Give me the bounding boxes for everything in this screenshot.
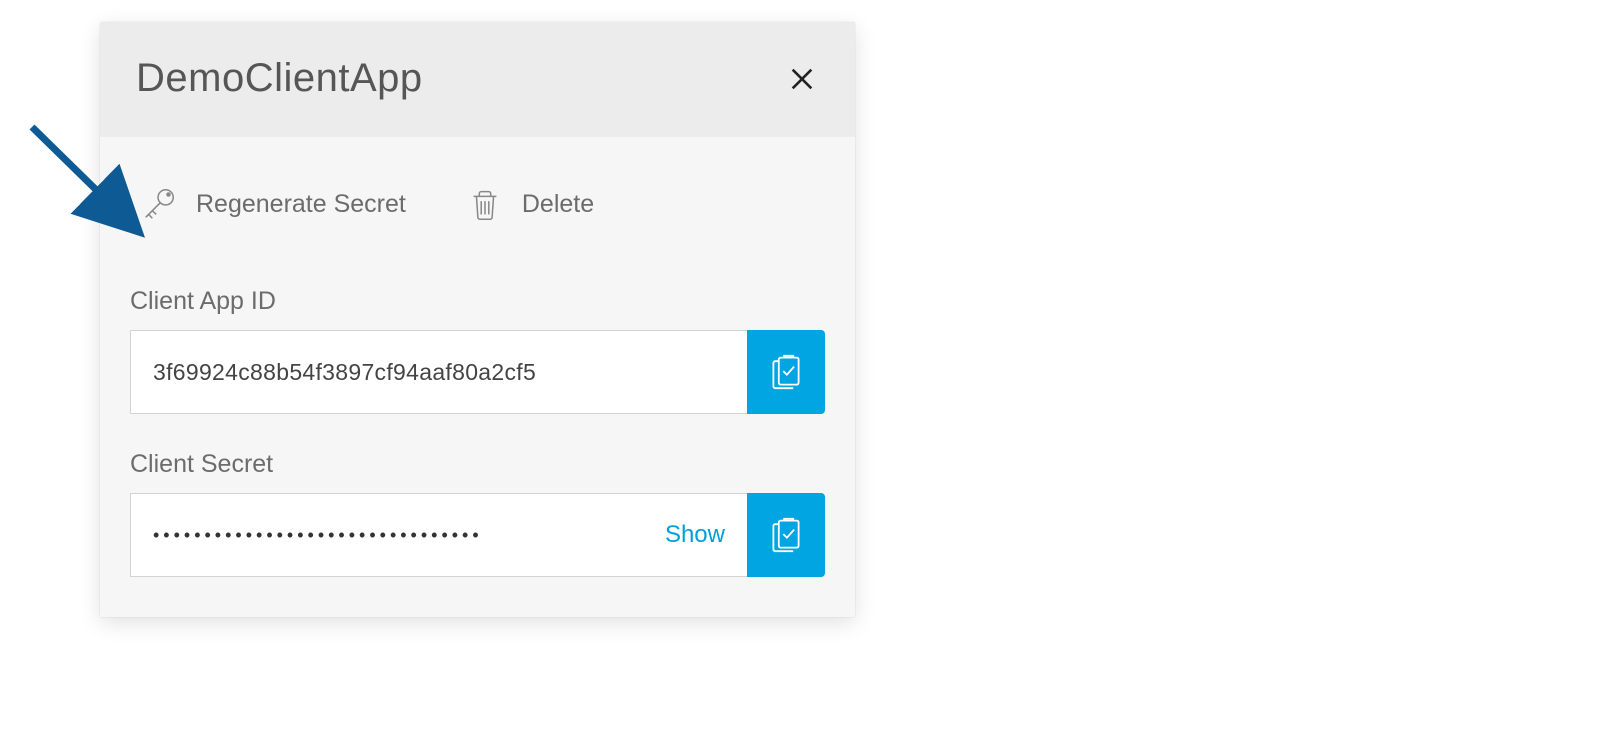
panel-header: DemoClientApp	[100, 22, 855, 137]
close-icon	[788, 65, 816, 93]
client-app-id-label: Client App ID	[130, 287, 825, 316]
copy-client-app-id-button[interactable]	[747, 330, 825, 414]
show-secret-button[interactable]: Show	[665, 521, 725, 549]
copy-client-secret-button[interactable]	[747, 493, 825, 577]
clipboard-check-icon	[768, 515, 804, 555]
trash-icon	[466, 185, 504, 223]
client-app-id-group: Client App ID 3f69924c88b54f3897cf94aaf8…	[130, 287, 825, 414]
client-app-id-row: 3f69924c88b54f3897cf94aaf80a2cf5	[130, 330, 825, 414]
key-icon	[140, 185, 178, 223]
client-secret-value: ••••••••••••••••••••••••••••••••	[153, 525, 483, 546]
regenerate-secret-label: Regenerate Secret	[196, 190, 406, 219]
client-app-panel: DemoClientApp Regenerate Secret	[100, 22, 855, 617]
client-secret-row: •••••••••••••••••••••••••••••••• Show	[130, 493, 825, 577]
panel-body: Regenerate Secret Delete Client App ID 3…	[100, 137, 855, 617]
client-secret-group: Client Secret ••••••••••••••••••••••••••…	[130, 450, 825, 577]
client-secret-field[interactable]: •••••••••••••••••••••••••••••••• Show	[130, 493, 747, 577]
clipboard-check-icon	[768, 352, 804, 392]
delete-button[interactable]: Delete	[466, 185, 594, 223]
delete-label: Delete	[522, 190, 594, 219]
close-button[interactable]	[785, 62, 819, 96]
panel-title: DemoClientApp	[136, 56, 423, 101]
regenerate-secret-button[interactable]: Regenerate Secret	[140, 185, 406, 223]
action-row: Regenerate Secret Delete	[130, 167, 825, 251]
client-app-id-value: 3f69924c88b54f3897cf94aaf80a2cf5	[153, 359, 536, 386]
client-secret-label: Client Secret	[130, 450, 825, 479]
client-app-id-field[interactable]: 3f69924c88b54f3897cf94aaf80a2cf5	[130, 330, 747, 414]
